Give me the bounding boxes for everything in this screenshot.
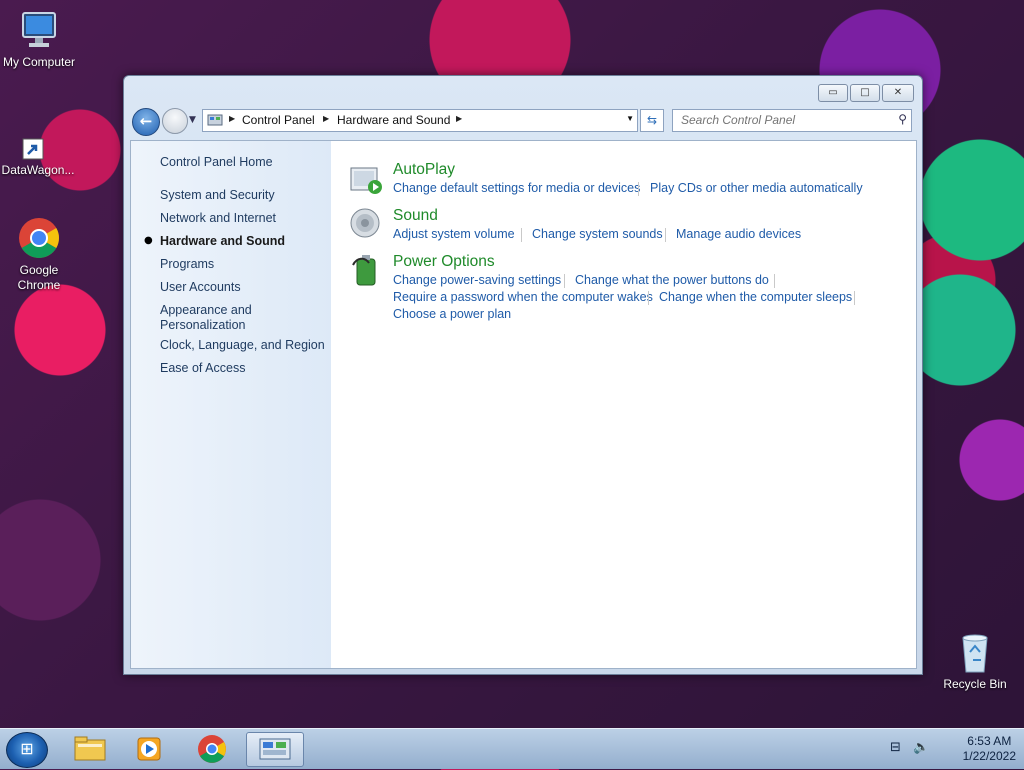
arrow-left-icon: ← — [139, 112, 153, 130]
volume-icon[interactable]: 🔈 — [913, 740, 929, 755]
link-separator — [564, 274, 565, 288]
active-bullet-icon: ● — [144, 235, 153, 246]
sidebar-item-system-and-security[interactable]: System and Security — [160, 188, 275, 203]
desktop-icon-label: Google Chrome — [17, 263, 61, 292]
desktop-icon-my-computer[interactable]: My Computer — [1, 8, 77, 70]
refresh-button[interactable]: ⇆ — [640, 109, 664, 132]
content-area: Control Panel Home System and Security N… — [130, 140, 917, 669]
address-dropdown-icon[interactable]: ▼ — [626, 114, 634, 123]
link-change-power-saving-settings[interactable]: Change power-saving settings — [393, 273, 561, 287]
battery-icon[interactable] — [349, 253, 383, 286]
link-autoplay-default-settings[interactable]: Change default settings for media or dev… — [393, 181, 640, 195]
link-separator — [648, 291, 649, 305]
chrome-icon — [17, 216, 61, 260]
close-button[interactable]: ✕ — [882, 84, 914, 102]
category-title-autoplay[interactable]: AutoPlay — [393, 161, 455, 179]
desktop-icon-label: DataWagon... — [1, 163, 75, 177]
link-separator — [521, 228, 522, 242]
speaker-icon[interactable] — [349, 207, 383, 238]
taskbar: ⊞ ⊟ 🔈 6:53 AM 1/22/2022 — [0, 728, 1024, 769]
breadcrumb-arrow-icon[interactable]: ▶ — [456, 114, 462, 123]
desktop-icon-datawagon[interactable]: DataWagon... — [0, 138, 76, 178]
explorer-icon — [74, 736, 106, 761]
link-require-password-on-wake[interactable]: Require a password when the computer wak… — [393, 290, 653, 304]
media-player-icon — [137, 737, 161, 761]
taskbar-chrome-button[interactable] — [186, 732, 238, 765]
link-adjust-system-volume[interactable]: Adjust system volume — [393, 227, 515, 241]
refresh-icon: ⇆ — [646, 113, 658, 127]
back-button[interactable]: ← — [132, 108, 160, 136]
link-separator — [774, 274, 775, 288]
sidebar-home-link[interactable]: Control Panel Home — [160, 155, 273, 170]
sidebar: Control Panel Home System and Security N… — [131, 141, 331, 668]
window-controls: ▭ □ ✕ — [818, 84, 914, 102]
forward-button[interactable] — [162, 108, 188, 134]
link-change-system-sounds[interactable]: Change system sounds — [532, 227, 663, 241]
sidebar-item-network-and-internet[interactable]: Network and Internet — [160, 211, 276, 226]
link-manage-audio-devices[interactable]: Manage audio devices — [676, 227, 801, 241]
start-button[interactable]: ⊞ — [6, 732, 48, 768]
breadcrumb-hardware-and-sound[interactable]: Hardware and Sound — [337, 113, 450, 127]
taskbar-media-player-button[interactable] — [124, 732, 176, 765]
breadcrumb-control-panel[interactable]: Control Panel — [242, 113, 315, 127]
taskbar-explorer-button[interactable] — [64, 732, 116, 765]
network-icon[interactable]: ⊟ — [890, 740, 901, 755]
link-separator — [854, 291, 855, 305]
category-title-sound[interactable]: Sound — [393, 207, 438, 225]
search-box[interactable]: ⚲ — [672, 109, 912, 132]
computer-icon — [17, 8, 61, 52]
search-input[interactable] — [679, 112, 883, 128]
link-separator — [665, 228, 666, 242]
autoplay-icon[interactable] — [349, 165, 383, 195]
navigation-bar: ← ▼ ▶ Control Panel ▶ Hardware and Sound… — [132, 106, 914, 136]
sidebar-item-user-accounts[interactable]: User Accounts — [160, 280, 241, 295]
sidebar-item-ease-of-access[interactable]: Ease of Access — [160, 361, 245, 376]
category-title-power-options[interactable]: Power Options — [393, 253, 495, 271]
recycle-bin-icon — [953, 630, 997, 674]
control-panel-window: ▭ □ ✕ ← ▼ ▶ Control Panel ▶ Hardware and… — [123, 75, 923, 675]
desktop-icon-recycle-bin[interactable]: Recycle Bin — [937, 630, 1013, 692]
chrome-icon — [198, 735, 226, 763]
sidebar-item-appearance[interactable]: Appearance and Personalization — [160, 303, 280, 333]
recent-pages-dropdown[interactable]: ▼ — [189, 115, 196, 125]
link-change-sleep-time[interactable]: Change when the computer sleeps — [659, 290, 852, 304]
control-panel-icon — [207, 112, 223, 129]
shortcut-icon — [16, 138, 60, 160]
sidebar-item-programs[interactable]: Programs — [160, 257, 214, 272]
clock[interactable]: 6:53 AM 1/22/2022 — [963, 734, 1016, 764]
desktop-icon-label: My Computer — [2, 55, 76, 69]
link-separator — [638, 182, 639, 196]
sidebar-item-clock-language-region[interactable]: Clock, Language, and Region — [160, 338, 325, 353]
clock-date: 1/22/2022 — [962, 749, 1016, 763]
desktop-icon-google-chrome[interactable]: Google Chrome — [1, 216, 77, 293]
main-panel: AutoPlay Change default settings for med… — [331, 141, 916, 668]
link-change-power-buttons[interactable]: Change what the power buttons do — [575, 273, 769, 287]
breadcrumb-arrow-icon[interactable]: ▶ — [323, 114, 329, 123]
sidebar-item-hardware-and-sound: Hardware and Sound — [160, 234, 286, 248]
link-play-cds[interactable]: Play CDs or other media automatically — [650, 181, 863, 195]
control-panel-icon — [259, 738, 291, 760]
clock-time: 6:53 AM — [967, 734, 1012, 748]
minimize-button[interactable]: ▭ — [818, 84, 848, 102]
windows-logo-icon: ⊞ — [20, 739, 34, 758]
search-icon[interactable]: ⚲ — [898, 112, 907, 126]
breadcrumb-arrow-icon: ▶ — [229, 114, 236, 123]
address-bar[interactable]: ▶ Control Panel ▶ Hardware and Sound ▶ ▼ — [202, 109, 638, 132]
link-choose-power-plan[interactable]: Choose a power plan — [393, 307, 511, 321]
taskbar-control-panel-button[interactable] — [246, 732, 304, 767]
maximize-button[interactable]: □ — [850, 84, 880, 102]
desktop-icon-label: Recycle Bin — [943, 677, 1007, 691]
